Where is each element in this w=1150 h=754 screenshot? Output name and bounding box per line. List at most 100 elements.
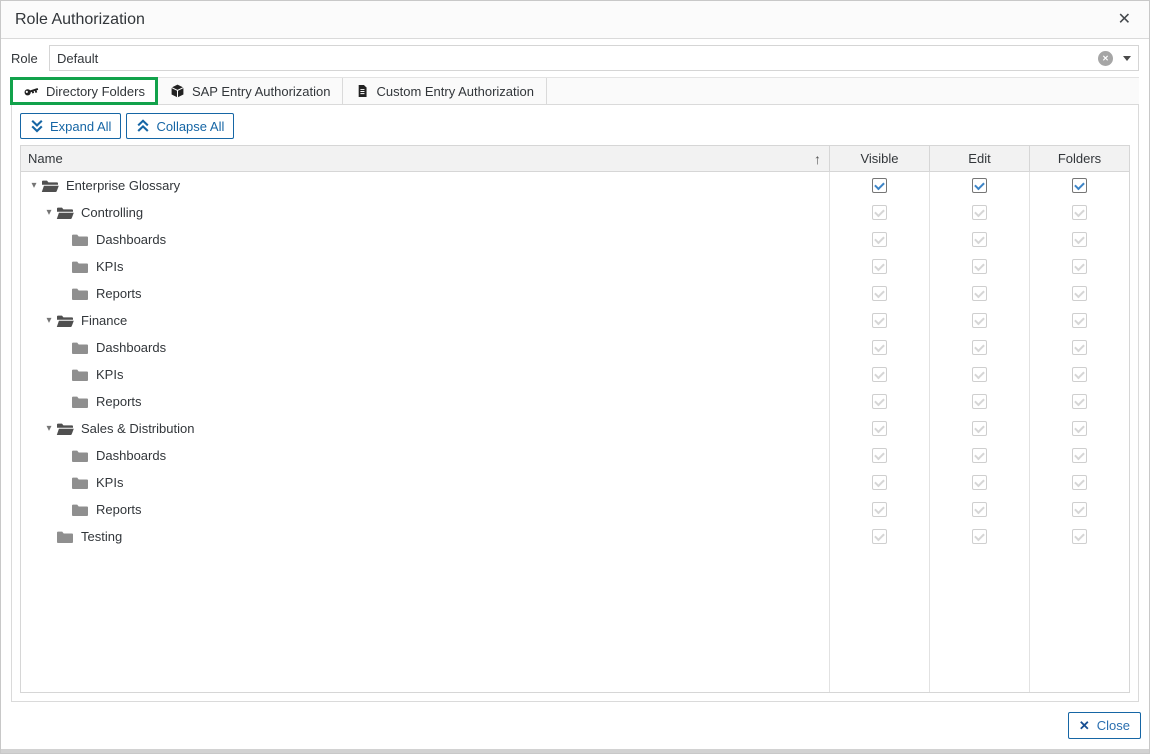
tree-node[interactable]: ▾ Finance xyxy=(21,313,829,328)
tree-node[interactable]: ▾ Testing xyxy=(21,529,829,544)
edit-checkbox xyxy=(972,340,987,355)
visible-cell xyxy=(829,205,929,220)
edit-cell xyxy=(929,502,1029,517)
closed-folder-icon xyxy=(71,503,89,517)
visible-checkbox xyxy=(872,232,887,247)
tree-node-label: KPIs xyxy=(96,367,123,382)
tree-node-label: Dashboards xyxy=(96,340,166,355)
folders-checkbox xyxy=(1072,502,1087,517)
tab-strip: Directory Folders SAP Entry Authorizatio… xyxy=(11,77,1139,105)
visible-cell xyxy=(829,286,929,301)
table-row: ▾ KPIs xyxy=(21,253,1129,280)
visible-checkbox xyxy=(872,286,887,301)
column-header-name[interactable]: Name ↑ xyxy=(21,146,829,171)
folders-checkbox xyxy=(1072,259,1087,274)
tab-custom-entry-authorization[interactable]: Custom Entry Authorization xyxy=(343,78,547,104)
folders-checkbox xyxy=(1072,313,1087,328)
close-button[interactable]: ✕ Close xyxy=(1068,712,1141,739)
column-label: Edit xyxy=(968,151,990,166)
visible-cell xyxy=(829,178,929,193)
folders-cell xyxy=(1029,205,1129,220)
edit-cell xyxy=(929,259,1029,274)
edit-cell xyxy=(929,394,1029,409)
visible-cell xyxy=(829,340,929,355)
visible-cell xyxy=(829,259,929,274)
column-label: Visible xyxy=(860,151,898,166)
folders-cell xyxy=(1029,286,1129,301)
edit-checkbox xyxy=(972,313,987,328)
tree-node-label: KPIs xyxy=(96,259,123,274)
clear-value-icon[interactable]: ✕ xyxy=(1098,51,1113,66)
expand-caret-icon[interactable]: ▾ xyxy=(42,207,56,218)
visible-checkbox xyxy=(872,259,887,274)
dialog-body: Role Default ✕ Directory Folders xyxy=(1,39,1149,702)
edit-checkbox xyxy=(972,232,987,247)
tree-node[interactable]: ▾ Enterprise Glossary xyxy=(21,178,829,193)
folders-checkbox xyxy=(1072,394,1087,409)
role-value: Default xyxy=(57,51,1098,66)
visible-checkbox xyxy=(872,502,887,517)
edit-checkbox xyxy=(972,502,987,517)
closed-folder-icon xyxy=(71,341,89,355)
folders-cell xyxy=(1029,340,1129,355)
column-label: Name xyxy=(28,151,63,166)
visible-checkbox xyxy=(872,205,887,220)
visible-cell xyxy=(829,448,929,463)
expand-caret-icon[interactable]: ▾ xyxy=(42,423,56,434)
table-row: ▾ Dashboards xyxy=(21,442,1129,469)
tree-node[interactable]: ▾ Reports xyxy=(21,502,829,517)
folders-cell xyxy=(1029,475,1129,490)
visible-cell xyxy=(829,421,929,436)
table-row: ▾ Testing xyxy=(21,523,1129,550)
edit-checkbox xyxy=(972,367,987,382)
open-folder-icon xyxy=(56,314,74,328)
dialog-close-icon[interactable]: ✕ xyxy=(1114,10,1135,30)
folders-cell xyxy=(1029,313,1129,328)
column-header-folders: Folders xyxy=(1029,146,1129,171)
tree-node[interactable]: ▾ Reports xyxy=(21,286,829,301)
tab-directory-folders[interactable]: Directory Folders xyxy=(11,78,158,104)
tree-node[interactable]: ▾ Sales & Distribution xyxy=(21,421,829,436)
edit-checkbox xyxy=(972,286,987,301)
visible-checkbox[interactable] xyxy=(872,178,887,193)
tree-node[interactable]: ▾ Dashboards xyxy=(21,340,829,355)
tree-node[interactable]: ▾ Reports xyxy=(21,394,829,409)
closed-folder-icon xyxy=(71,368,89,382)
folders-cell xyxy=(1029,367,1129,382)
tree-node[interactable]: ▾ KPIs xyxy=(21,367,829,382)
visible-cell xyxy=(829,232,929,247)
folders-checkbox xyxy=(1072,475,1087,490)
collapse-all-button[interactable]: Collapse All xyxy=(126,113,234,139)
tab-sap-entry-authorization[interactable]: SAP Entry Authorization xyxy=(158,78,344,104)
tree-node[interactable]: ▾ KPIs xyxy=(21,475,829,490)
closed-folder-icon xyxy=(56,530,74,544)
visible-cell xyxy=(829,394,929,409)
expand-caret-icon[interactable]: ▾ xyxy=(42,315,56,326)
folders-checkbox[interactable] xyxy=(1072,178,1087,193)
closed-folder-icon xyxy=(71,260,89,274)
tree-node-label: Reports xyxy=(96,286,142,301)
package-icon xyxy=(170,83,185,99)
tree-node-label: Reports xyxy=(96,502,142,517)
expand-all-button[interactable]: Expand All xyxy=(20,113,121,139)
document-icon xyxy=(355,83,369,99)
visible-checkbox xyxy=(872,448,887,463)
close-button-label: Close xyxy=(1097,718,1130,733)
tree-node-label: Dashboards xyxy=(96,232,166,247)
tree-node[interactable]: ▾ KPIs xyxy=(21,259,829,274)
expand-caret-icon[interactable]: ▾ xyxy=(27,180,41,191)
edit-cell xyxy=(929,178,1029,193)
folders-cell xyxy=(1029,421,1129,436)
tree-node[interactable]: ▾ Dashboards xyxy=(21,448,829,463)
directory-folders-panel: Expand All Collapse All Name ↑ Visi xyxy=(11,105,1139,702)
edit-checkbox[interactable] xyxy=(972,178,987,193)
sort-ascending-icon: ↑ xyxy=(814,151,821,167)
role-authorization-dialog: Role Authorization ✕ Role Default ✕ xyxy=(0,0,1150,754)
folders-checkbox xyxy=(1072,529,1087,544)
edit-checkbox xyxy=(972,475,987,490)
tree-node[interactable]: ▾ Dashboards xyxy=(21,232,829,247)
tree-node[interactable]: ▾ Controlling xyxy=(21,205,829,220)
role-combobox[interactable]: Default ✕ xyxy=(49,45,1139,71)
folders-checkbox xyxy=(1072,448,1087,463)
dropdown-caret-icon[interactable] xyxy=(1123,56,1131,61)
